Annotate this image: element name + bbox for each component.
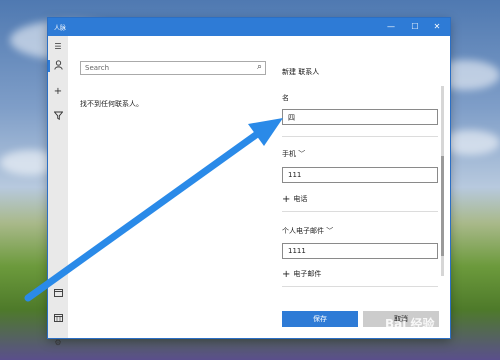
maximize-button[interactable]: ☐ — [404, 18, 426, 36]
left-nav-rail: ☰ + ⚙ — [48, 36, 68, 347]
chevron-down-icon: ﹀ — [298, 150, 306, 158]
empty-contacts-message: 找不到任何联系人。 — [80, 100, 143, 108]
settings-icon[interactable]: ⚙ — [48, 338, 68, 347]
add-phone-label: 电话 — [293, 195, 308, 203]
person-icon[interactable] — [48, 60, 68, 72]
email-label: 个人电子邮件 — [282, 227, 324, 235]
divider — [282, 211, 438, 212]
email-value: 1111 — [288, 247, 306, 255]
name-field[interactable]: 四 — [282, 109, 438, 125]
hamburger-menu-icon[interactable]: ☰ — [48, 42, 68, 51]
save-button[interactable]: 保存 — [282, 311, 358, 327]
email-field[interactable]: 1111 — [282, 243, 438, 259]
scrollbar-thumb[interactable] — [441, 156, 444, 256]
plus-icon: + — [282, 269, 291, 280]
calendar-icon[interactable] — [48, 289, 68, 299]
add-email-label: 电子邮件 — [293, 270, 322, 278]
minimize-button[interactable]: — — [380, 18, 402, 36]
email-type-dropdown[interactable]: 个人电子邮件 ﹀ — [282, 226, 333, 236]
divider — [282, 136, 438, 137]
watermark: Bai 经验 — [385, 317, 435, 331]
phone-field[interactable]: 111 — [282, 167, 438, 183]
add-email-link[interactable]: + 电子邮件 — [282, 269, 321, 280]
calendar-grid-icon[interactable] — [48, 314, 68, 324]
search-placeholder: Search — [85, 64, 110, 72]
phone-label: 手机 — [282, 150, 296, 158]
plus-icon[interactable]: + — [48, 86, 68, 97]
name-label: 名 — [282, 94, 289, 102]
filter-icon[interactable] — [48, 111, 68, 122]
phone-type-dropdown[interactable]: 手机 ﹀ — [282, 149, 305, 159]
phone-value: 111 — [288, 171, 302, 179]
title-bar[interactable]: 人脉 — ☐ ✕ — [48, 18, 450, 36]
form-title: 新建 联系人 — [282, 68, 320, 76]
contact-list-pane: Search ⌕ 找不到任何联系人。 — [68, 36, 271, 338]
search-input[interactable]: Search ⌕ — [80, 61, 266, 75]
chevron-down-icon: ﹀ — [326, 227, 334, 235]
app-title: 人脉 — [54, 25, 67, 32]
close-button[interactable]: ✕ — [426, 18, 448, 36]
add-phone-link[interactable]: + 电话 — [282, 194, 307, 205]
search-icon[interactable]: ⌕ — [257, 62, 262, 72]
people-app-window: 人脉 — ☐ ✕ ☰ + ⚙ Search ⌕ 找不到任何联系人。 新建 联系人 — [48, 18, 450, 347]
divider — [282, 286, 438, 287]
name-value: 四 — [288, 114, 295, 122]
plus-icon: + — [282, 194, 291, 205]
new-contact-form: 新建 联系人 名 四 手机 ﹀ 111 + 电话 个人电子邮件 ﹀ 1111 + 电… — [270, 36, 450, 338]
